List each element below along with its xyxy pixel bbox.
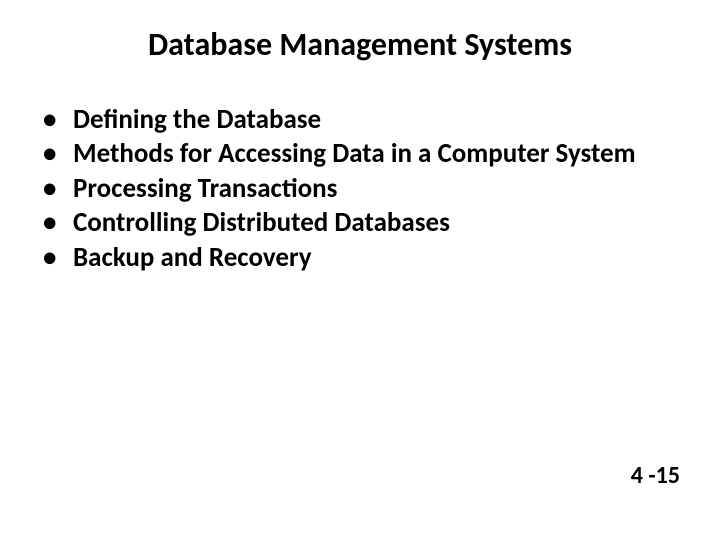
slide-title: Database Management Systems (35, 25, 685, 64)
list-item: Defining the Database (35, 104, 685, 136)
list-item: Backup and Recovery (35, 242, 685, 274)
bullet-list: Defining the Database Methods for Access… (35, 104, 685, 274)
slide-container: Database Management Systems Defining the… (0, 0, 720, 540)
list-item: Controlling Distributed Databases (35, 207, 685, 239)
list-item: Methods for Accessing Data in a Computer… (35, 138, 685, 170)
page-number: 4 -15 (631, 461, 680, 490)
list-item: Processing Transactions (35, 173, 685, 205)
